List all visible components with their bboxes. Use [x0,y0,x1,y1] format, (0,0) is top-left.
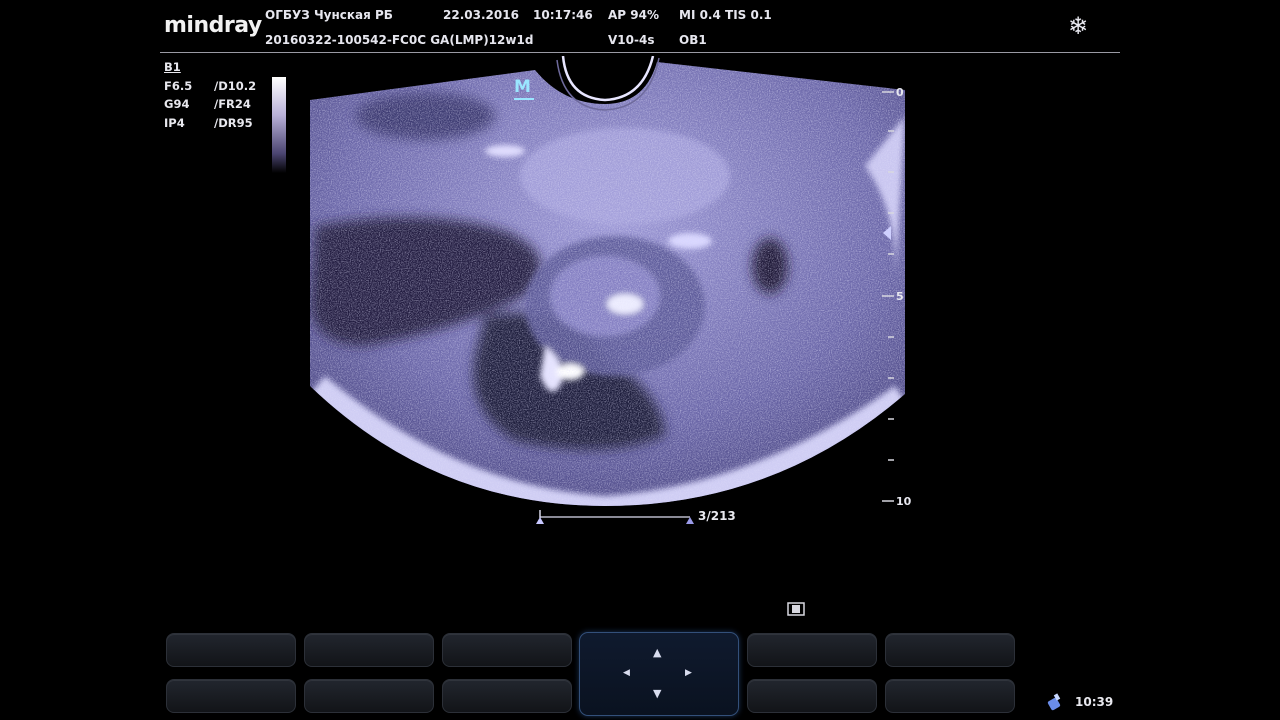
mi-tis-index: MI 0.4 TIS 0.1 [679,8,772,22]
arrow-right-icon[interactable]: ▶ [685,668,692,679]
depth-label-10: 10 [896,495,912,508]
cine-start-handle[interactable] [536,517,544,524]
softkey-4[interactable] [747,633,877,667]
softkey-1[interactable] [166,633,296,667]
ultrasound-image[interactable] [305,56,917,516]
exam-date: 22.03.2016 [443,8,519,22]
softkey-8[interactable] [442,679,572,713]
softkey-2[interactable] [304,633,434,667]
imaging-parameters: B1 F6.5 /D10.2 G94 /FR24 IP4 /DR95 [164,58,256,132]
softkey-10[interactable] [885,679,1015,713]
cine-frame-counter: 3/213 [698,509,736,523]
orientation-marker-underline [514,98,534,100]
navigation-pad[interactable]: ▲ ◀ ▶ ▼ [579,632,739,716]
depth-label-5: 5 [896,290,904,303]
depth-scale: 0 5 10 [882,86,912,508]
mindray-logo: mindray [164,13,262,38]
arrow-up-icon[interactable]: ▲ [653,647,661,658]
param-depth: /D10.2 [214,78,257,93]
arrow-left-icon[interactable]: ◀ [623,668,630,679]
softkey-6[interactable] [166,679,296,713]
mode-label: B1 [164,60,181,74]
probe-icon [1047,693,1061,711]
softkey-9[interactable] [747,679,877,713]
param-frame-rate: /FR24 [214,97,251,111]
film-strip-icon[interactable] [787,601,805,617]
param-image-process: IP4 [164,115,185,130]
softkey-7[interactable] [304,679,434,713]
param-frequency: F6.5 [164,78,193,93]
sector-content [310,62,905,506]
param-gain: G94 [164,97,190,111]
acoustic-power: AP 94% [608,8,659,22]
hospital-name: ОГБУЗ Чунская РБ [265,8,393,22]
cine-end-handle[interactable] [686,517,694,524]
softkey-3[interactable] [442,633,572,667]
grayscale-bar [272,77,286,173]
arrow-down-icon[interactable]: ▼ [653,688,661,699]
depth-label-0: 0 [896,86,904,99]
focus-marker[interactable] [883,226,891,240]
softkey-5[interactable] [885,633,1015,667]
orientation-marker: M [514,77,531,97]
param-dynamic-range: /DR95 [214,115,253,130]
header-divider [160,52,1120,53]
exam-time: 10:17:46 [533,8,593,22]
probe-name: V10-4s [608,33,655,47]
patient-id: 20160322-100542-FC0C GA(LMP)12w1d [265,33,534,47]
snowflake-icon[interactable]: ❄ [1068,12,1088,40]
system-clock: 10:39 [1075,695,1114,709]
cine-loop-bar[interactable] [534,508,694,528]
exam-preset: OB1 [679,33,707,47]
